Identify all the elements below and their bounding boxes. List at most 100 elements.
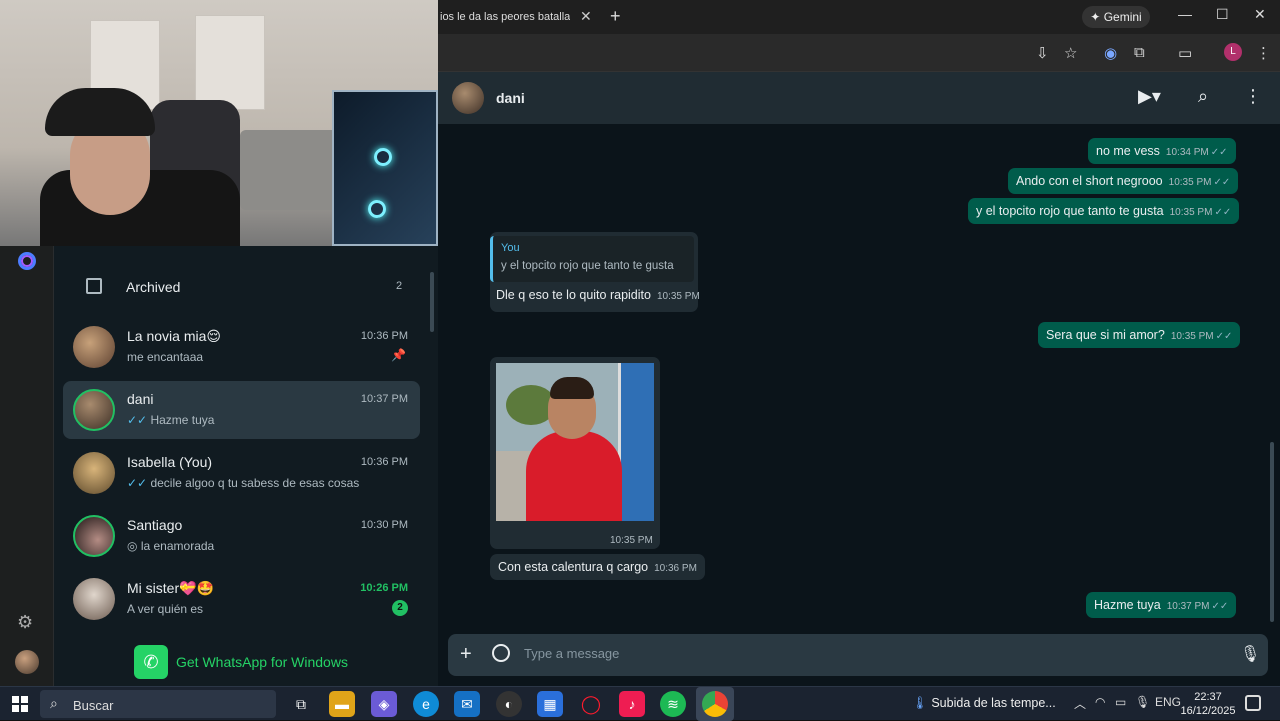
quote-author: You — [501, 242, 520, 254]
quoted-message[interactable]: You y el topcito rojo que tanto te gusta — [490, 236, 694, 282]
mic-tray-icon[interactable]: 🎙 — [1135, 695, 1150, 709]
chrome-icon[interactable] — [702, 691, 728, 717]
chat-time: 10:36 PM — [360, 330, 408, 342]
outlook-icon[interactable]: ✉ — [454, 691, 480, 717]
archive-icon — [86, 278, 102, 294]
chat-item-la-novia-mia[interactable]: La novia mia😌 10:36 PM me encantaaa 📌 — [63, 318, 420, 376]
message-bubble[interactable]: no me vess 10:34 PM ✓✓ — [1088, 138, 1236, 164]
message-text: Hazme tuya — [1094, 598, 1161, 612]
notifications-icon[interactable] — [1245, 695, 1261, 711]
chat-name: Santiago — [127, 517, 183, 533]
chat-time: 10:30 PM — [360, 519, 408, 531]
chat-last-message-row: ✓✓ Hazme tuya — [127, 413, 214, 427]
message-bubble[interactable]: y el topcito rojo que tanto te gusta 10:3… — [968, 198, 1240, 224]
video-call-icon[interactable]: ▶▾ — [1138, 86, 1161, 107]
avatar — [73, 326, 115, 368]
task-view-icon[interactable]: ⧉ — [288, 691, 314, 717]
message-input[interactable]: Type a message — [524, 646, 619, 661]
copilot-icon[interactable]: ◈ — [371, 691, 397, 717]
message-time: 10:36 PM — [654, 563, 697, 574]
search-icon: ⌕ — [50, 695, 58, 711]
tray-chevron-icon[interactable]: ︿ — [1074, 695, 1086, 712]
language-indicator[interactable]: ENG — [1155, 695, 1181, 709]
message-time: 10:35 PM — [1169, 207, 1213, 218]
extension-icon[interactable]: ◉ — [1104, 44, 1117, 62]
microphone-icon[interactable]: 🎙 — [1240, 644, 1260, 664]
settings-gear-icon[interactable]: ⚙ — [17, 612, 33, 633]
avatar — [73, 515, 115, 557]
chat-item-santiago[interactable]: Santiago 10:30 PM ◎ la enamorada — [63, 507, 420, 565]
system-clock[interactable]: 22:37 16/12/2025 — [1180, 690, 1236, 718]
whatsapp-left-rail: ⚙ — [0, 246, 54, 686]
tab-close-icon[interactable]: ✕ — [580, 8, 592, 25]
get-whatsapp-windows-link[interactable]: ✆ Get WhatsApp for Windows — [134, 645, 348, 679]
new-tab-button[interactable]: + — [610, 6, 621, 27]
chat-item-dani[interactable]: dani 10:37 PM ✓✓ Hazme tuya — [63, 381, 420, 439]
image-message-photo[interactable] — [496, 363, 654, 521]
message-text: Con esta calentura q cargo — [498, 560, 649, 574]
contact-name[interactable]: dani — [496, 90, 525, 106]
store-icon[interactable]: ▦ — [537, 691, 563, 717]
read-ticks-icon: ✓✓ — [1215, 331, 1233, 342]
browser-menu-icon[interactable]: ⋮ — [1256, 44, 1271, 62]
avatar — [73, 452, 115, 494]
conversation-scrollbar[interactable] — [1270, 442, 1274, 622]
contact-avatar[interactable] — [452, 82, 484, 114]
my-profile-avatar[interactable] — [15, 650, 39, 674]
windows-start-icon[interactable] — [12, 696, 28, 712]
meta-ai-icon[interactable] — [18, 252, 36, 270]
chat-item-isabella[interactable]: Isabella (You) 10:36 PM ✓✓ decile algoo … — [63, 444, 420, 502]
tiktok-icon[interactable]: ♪ — [619, 691, 645, 717]
chat-name: dani — [127, 391, 154, 407]
avatar — [73, 578, 115, 620]
chat-time: 10:37 PM — [360, 393, 408, 405]
chat-list: Archived 2 La novia mia😌 10:36 PM me enc… — [54, 246, 438, 686]
message-bubble[interactable]: Hazme tuya 10:37 PM ✓✓ — [1086, 592, 1237, 618]
read-ticks-icon: ✓✓ — [127, 413, 148, 427]
taskbar-search-box[interactable]: ⌕ Buscar — [40, 690, 276, 718]
message-text: Ando con el short negrooo — [1016, 174, 1163, 188]
maximize-button[interactable]: ☐ — [1216, 6, 1229, 23]
search-icon[interactable]: ⌕ — [1198, 86, 1208, 107]
windows-taskbar: ⌕ Buscar ⧉ ▬ ◈ e ✉ ◐ ▦ ◯ ♪ ≋ 🌡 Subida de… — [0, 686, 1280, 721]
clock-time: 22:37 — [1194, 691, 1222, 703]
whatsapp-logo-icon: ✆ — [134, 645, 168, 679]
opera-icon[interactable]: ◯ — [578, 691, 604, 717]
gemini-button[interactable]: ✦ Gemini — [1082, 6, 1150, 28]
extensions-puzzle-icon[interactable]: ⧉ — [1134, 44, 1145, 61]
menu-dots-icon[interactable]: ⋮ — [1244, 86, 1262, 107]
tab-search-icon[interactable]: ▭ — [1178, 44, 1192, 62]
chat-item-mi-sister[interactable]: Mi sister💝🤩 10:26 PM A ver quién es 2 — [63, 570, 420, 628]
message-bubble[interactable]: Ando con el short negrooo 10:35 PM ✓✓ — [1008, 168, 1239, 194]
chat-time: 10:26 PM — [360, 582, 408, 594]
message-text: y el topcito rojo que tanto te gusta — [976, 204, 1164, 218]
message-text-row: Dle q eso te lo quito rapidito 10:35 PM — [496, 288, 700, 302]
archived-label: Archived — [126, 279, 181, 295]
weather-widget[interactable]: 🌡 Subida de las tempe... — [912, 696, 1056, 711]
message-text: Dle q eso te lo quito rapidito — [496, 288, 651, 302]
message-bubble[interactable]: Sera que si mi amor? 10:35 PM ✓✓ — [1038, 322, 1241, 348]
profile-avatar[interactable]: L — [1224, 43, 1242, 61]
install-app-icon[interactable]: ⇩ — [1036, 44, 1049, 62]
bookmark-star-icon[interactable]: ☆ — [1064, 44, 1077, 62]
archived-row[interactable]: Archived 2 — [54, 266, 438, 308]
display-icon[interactable]: ▭ — [1115, 695, 1126, 709]
chat-list-scrollbar[interactable] — [430, 272, 434, 332]
edge-icon[interactable]: e — [413, 691, 439, 717]
spotify-icon[interactable]: ≋ — [660, 691, 686, 717]
close-window-button[interactable]: ✕ — [1254, 6, 1266, 23]
read-ticks-icon: ✓✓ — [1213, 177, 1231, 188]
sticker-emoji-icon[interactable] — [492, 644, 510, 662]
read-ticks-icon: ✓✓ — [1210, 147, 1228, 158]
obs-icon[interactable]: ◐ — [496, 691, 522, 717]
minimize-button[interactable]: — — [1178, 6, 1192, 22]
attach-plus-icon[interactable]: + — [460, 643, 472, 666]
archived-count: 2 — [396, 280, 403, 292]
message-bubble[interactable]: Con esta calentura q cargo 10:36 PM — [490, 554, 705, 580]
conversation-header: dani ▶▾ ⌕ ⋮ — [438, 72, 1280, 124]
file-explorer-icon[interactable]: ▬ — [329, 691, 355, 717]
wifi-icon[interactable]: ◠ — [1095, 695, 1105, 709]
tab-title[interactable]: ios le da las peores batallas a — [440, 11, 570, 23]
quote-text: y el topcito rojo que tanto te gusta — [501, 260, 674, 272]
chat-last-message: decile algoo q tu sabess de esas cosas — [150, 476, 360, 490]
